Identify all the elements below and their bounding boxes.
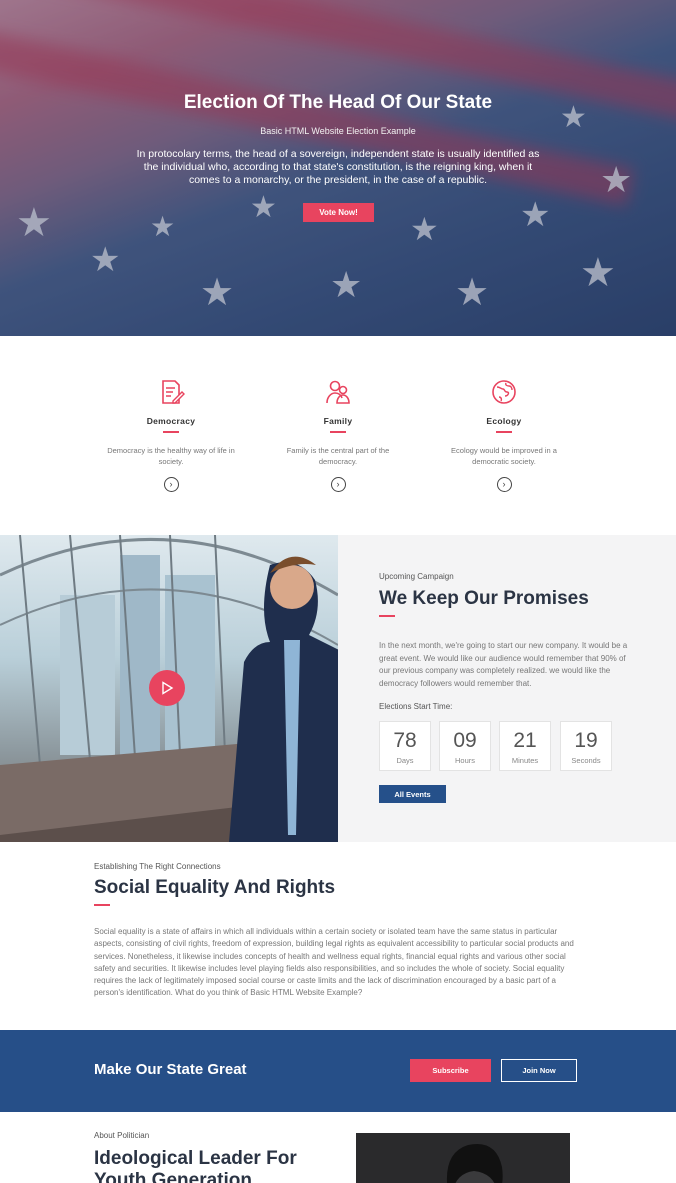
document-edit-icon [162,380,185,404]
feature-ecology: Ecology Ecology would be improved in a d… [434,378,574,492]
hero-title: Election Of The Head Of Our State [183,92,493,113]
feature-title: Democracy [146,416,196,426]
feature-democracy: Democracy Democracy is the healthy way o… [101,378,241,492]
section-eyebrow: Establishing The Right Connections [94,862,221,871]
countdown-unit: Days [396,756,414,765]
feature-title: Family [323,416,353,426]
section-title: We Keep Our Promises [379,588,589,609]
feature-text: Democracy is the healthy way of life in … [107,446,235,466]
countdown-seconds: 19 Seconds [560,721,612,771]
politician-photo [356,1133,570,1183]
portrait-art [447,1144,503,1183]
countdown-minutes: 21 Minutes [499,721,551,771]
title-underline [163,431,179,433]
countdown-value: 21 [513,729,537,752]
countdown-value: 19 [574,729,598,752]
cta-title: Make Our State Great [94,1061,247,1078]
hero-subtitle: Basic HTML Website Election Example [260,126,416,136]
title-underline [94,904,110,906]
chevron-right-icon[interactable]: › [496,477,512,492]
section-text: Social equality is a state of affairs in… [94,927,574,998]
globe-icon [492,380,516,404]
section-title: Ideological Leader For Youth Generation [94,1148,297,1183]
countdown-unit: Minutes [511,756,539,765]
feature-family: Family Family is the central part of the… [268,378,408,492]
hero-text: In protocolary terms, the head of a sove… [136,148,540,186]
countdown-value: 09 [453,729,477,752]
all-events-button[interactable]: All Events [379,785,446,803]
play-video-button[interactable] [149,670,185,706]
vote-now-button[interactable]: Vote Now! [303,203,374,222]
play-icon [162,681,174,695]
section-title: Social Equality And Rights [94,877,336,898]
countdown-unit: Seconds [571,756,601,765]
countdown-hours: 09 Hours [439,721,491,771]
subscribe-button[interactable]: Subscribe [410,1059,491,1082]
feature-text: Ecology would be improved in a democrati… [451,446,557,466]
countdown-days: 78 Days [379,721,431,771]
chevron-right-icon[interactable]: › [163,477,179,492]
countdown-unit: Hours [454,756,475,765]
title-underline [496,431,512,433]
join-now-button[interactable]: Join Now [501,1059,577,1082]
title-underline [330,431,346,433]
title-underline [379,615,395,617]
countdown-value: 78 [393,729,417,752]
section-eyebrow: Upcoming Campaign [379,572,454,581]
section-text: In the next month, we're going to start … [379,641,628,688]
countdown-label: Elections Start Time: [379,702,453,711]
section-eyebrow: About Politician [94,1131,150,1140]
feature-title: Ecology [486,416,522,426]
family-icon [326,380,350,404]
feature-text: Family is the central part of the democr… [286,446,390,466]
chevron-right-icon[interactable]: › [330,477,346,492]
